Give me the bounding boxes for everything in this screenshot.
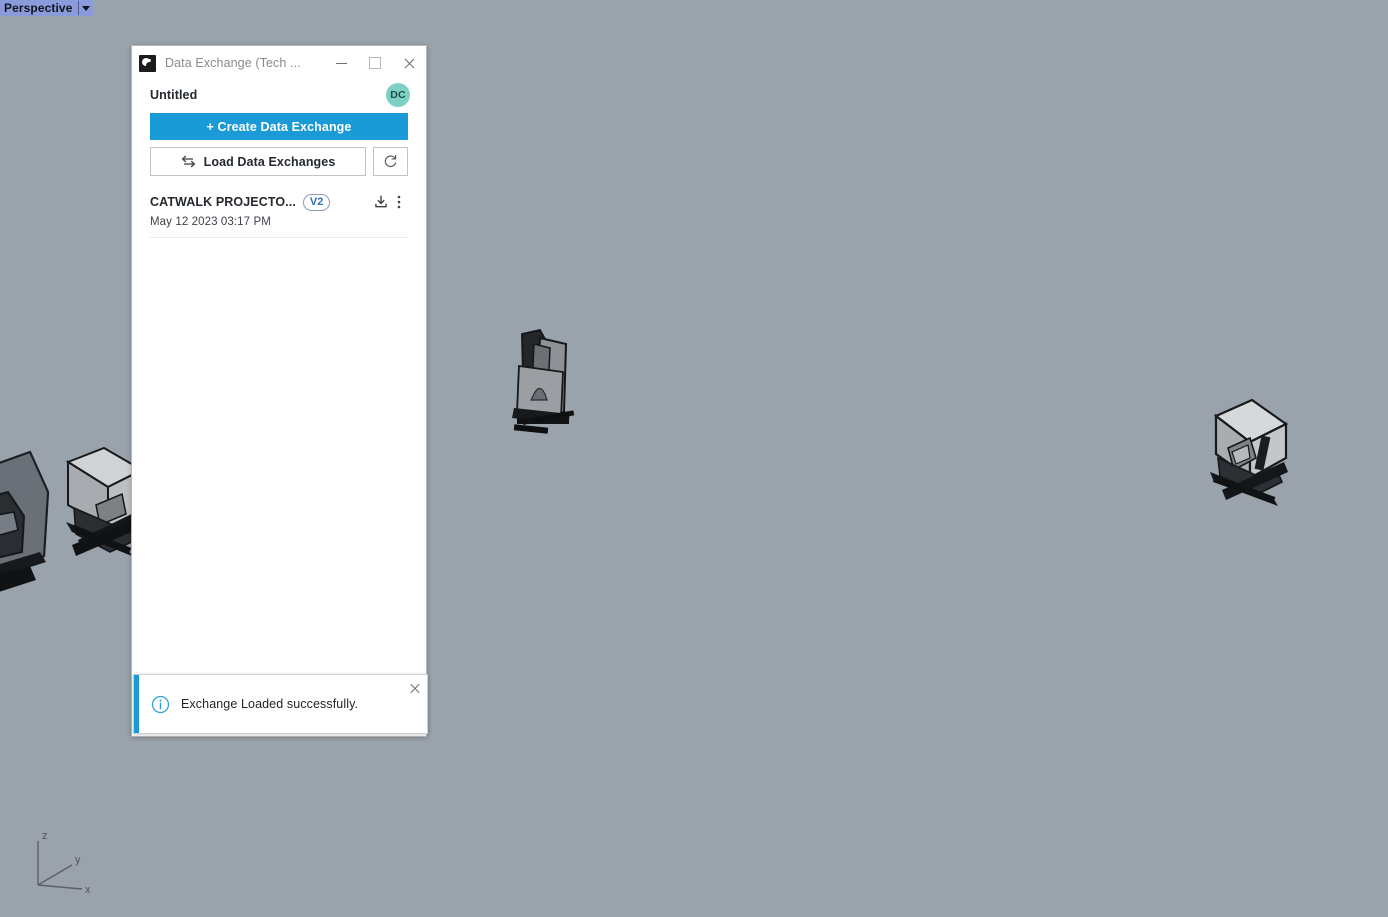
swap-arrows-icon xyxy=(181,155,195,168)
avatar[interactable]: DC xyxy=(386,83,410,107)
exchange-list: CATWALK PROJECTO... V2 May 12 2023 03:17… xyxy=(132,192,426,736)
document-title: Untitled xyxy=(150,88,198,102)
app-logo-icon xyxy=(139,54,156,72)
axis-gizmo: z y x xyxy=(37,830,91,896)
window-title: Data Exchange (Tech ... xyxy=(165,56,301,70)
toast-message: Exchange Loaded successfully. xyxy=(181,697,359,711)
projector-center xyxy=(512,328,575,434)
download-icon xyxy=(375,195,387,208)
toast-icon-wrap xyxy=(139,695,181,714)
close-icon xyxy=(403,57,415,69)
close-button[interactable] xyxy=(392,48,426,78)
secondary-action-row: Load Data Exchanges xyxy=(150,147,408,176)
load-data-exchanges-label: Load Data Exchanges xyxy=(203,154,336,169)
toast-close-button[interactable] xyxy=(405,679,423,697)
projector-left-edge xyxy=(0,450,50,592)
refresh-icon xyxy=(384,154,397,168)
data-exchange-panel: Data Exchange (Tech ... Untitled DC + Cr… xyxy=(131,45,428,737)
axis-label-x: x xyxy=(85,884,91,896)
exchange-date: May 12 2023 03:17 PM xyxy=(150,216,271,228)
kebab-menu-icon xyxy=(397,195,401,209)
minimize-icon xyxy=(335,62,347,64)
axis-label-z: z xyxy=(42,830,48,842)
refresh-button[interactable] xyxy=(373,147,408,176)
list-item-header: CATWALK PROJECTO... V2 xyxy=(150,192,408,212)
exchange-name: CATWALK PROJECTO... xyxy=(150,195,296,209)
minimize-button[interactable] xyxy=(324,48,358,78)
panel-actions: + Create Data Exchange Load Data Exchang… xyxy=(132,110,426,176)
download-button[interactable] xyxy=(372,192,390,212)
close-icon xyxy=(409,683,420,694)
create-data-exchange-button[interactable]: + Create Data Exchange xyxy=(150,113,408,140)
exchange-menu-button[interactable] xyxy=(390,192,408,212)
list-item[interactable]: CATWALK PROJECTO... V2 May 12 2023 03:17… xyxy=(150,192,408,238)
window-titlebar[interactable]: Data Exchange (Tech ... xyxy=(132,46,426,80)
info-icon xyxy=(151,695,169,713)
projector-right xyxy=(1210,398,1289,506)
maximize-button[interactable] xyxy=(358,48,392,78)
version-badge: V2 xyxy=(302,193,331,211)
axis-label-y: y xyxy=(75,854,81,866)
toast-notification: Exchange Loaded successfully. xyxy=(133,674,428,734)
panel-header: Untitled DC xyxy=(132,80,426,110)
maximize-icon xyxy=(369,57,381,69)
load-data-exchanges-button[interactable]: Load Data Exchanges xyxy=(150,147,366,176)
